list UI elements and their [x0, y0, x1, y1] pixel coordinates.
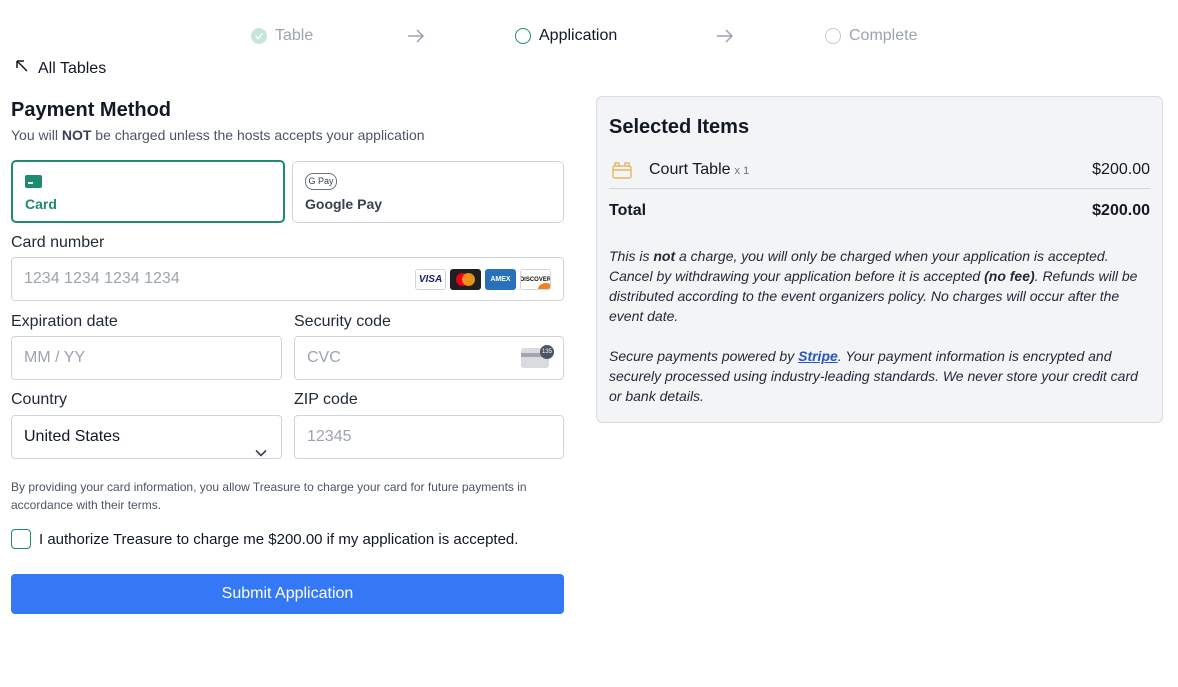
total-label: Total: [609, 202, 647, 219]
item-price: $200.00: [1092, 161, 1150, 178]
chevron-down-icon: [255, 432, 267, 474]
country-label: Country: [11, 391, 68, 408]
card-number-placeholder: 1234 1234 1234 1234: [24, 270, 180, 287]
google-pay-method-button[interactable]: G Pay Google Pay: [292, 161, 564, 223]
submit-application-button[interactable]: Submit Application: [11, 574, 564, 614]
item-quantity: x 1: [734, 165, 750, 177]
zip-code-input[interactable]: 12345: [294, 415, 564, 459]
selected-items-title: Selected Items: [609, 116, 750, 138]
arrow-right-icon: [407, 28, 425, 49]
payment-method-options: Card G Pay Google Pay: [11, 160, 564, 223]
consent-text: By providing your card information, you …: [11, 480, 527, 512]
google-pay-method-label: Google Pay: [305, 196, 383, 212]
charge-notice: This is not a charge, you will only be c…: [609, 248, 1138, 324]
all-tables-link[interactable]: All Tables: [15, 59, 106, 78]
security-code-placeholder: CVC: [307, 349, 341, 366]
total-row: Total $200.00: [609, 202, 1150, 220]
expiration-date-input[interactable]: MM / YY: [11, 336, 282, 380]
check-circle-icon: [251, 28, 267, 44]
country-value: United States: [24, 428, 121, 445]
zip-placeholder: 12345: [307, 428, 352, 445]
authorize-checkbox[interactable]: [11, 529, 31, 549]
expiration-date-label: Expiration date: [11, 313, 118, 330]
card-number-label: Card number: [11, 234, 105, 251]
back-link-label: All Tables: [38, 59, 107, 77]
authorize-label: I authorize Treasure to charge me $200.0…: [39, 530, 519, 548]
circle-icon: [515, 28, 531, 44]
step-label: Complete: [849, 27, 918, 44]
card-method-label: Card: [25, 196, 57, 212]
arrow-up-left-icon: [15, 59, 29, 78]
step-label: Application: [539, 27, 618, 44]
step-label: Table: [275, 27, 314, 44]
payment-method-subtitle: You will NOT be charged unless the hosts…: [11, 127, 425, 143]
card-icon: [25, 175, 42, 188]
card-number-input[interactable]: 1234 1234 1234 1234 VISA AMEX DISCOVER: [11, 257, 564, 301]
security-notice: Secure payments powered by Stripe. Your …: [609, 348, 1138, 404]
cvc-card-icon: 135: [521, 345, 554, 368]
step-application: Application: [515, 24, 617, 48]
authorize-row: I authorize Treasure to charge me $200.0…: [11, 529, 518, 549]
progress-stepper: Table Application Complete: [0, 24, 1178, 48]
stripe-link[interactable]: Stripe: [798, 348, 838, 364]
step-table: Table: [251, 24, 313, 48]
payment-form: Payment Method You will NOT be charged u…: [11, 97, 564, 614]
amex-icon: AMEX: [485, 269, 516, 290]
card-method-button[interactable]: Card: [11, 160, 285, 223]
step-complete: Complete: [825, 24, 917, 48]
discover-icon: DISCOVER: [520, 269, 551, 290]
security-code-label: Security code: [294, 313, 391, 330]
country-select[interactable]: United States: [11, 415, 282, 459]
payment-method-title: Payment Method: [11, 99, 172, 121]
zip-code-label: ZIP code: [294, 391, 358, 408]
selected-items-panel: Selected Items Court Table x 1 $200.00 To…: [596, 96, 1163, 423]
mastercard-icon: [450, 269, 481, 290]
circle-icon: [825, 28, 841, 44]
total-value: $200.00: [1092, 202, 1150, 219]
cvc-badge: 135: [540, 345, 554, 359]
security-code-input[interactable]: CVC 135: [294, 336, 564, 380]
card-brands: VISA AMEX DISCOVER: [415, 269, 551, 290]
google-pay-icon: G Pay: [305, 173, 337, 190]
item-name: Court Table x 1: [649, 161, 750, 178]
expiration-placeholder: MM / YY: [24, 349, 86, 366]
visa-icon: VISA: [415, 269, 446, 290]
list-item: Court Table x 1 $200.00: [609, 159, 1150, 189]
shopping-bag-icon: [612, 161, 632, 184]
arrow-right-icon: [716, 28, 734, 49]
